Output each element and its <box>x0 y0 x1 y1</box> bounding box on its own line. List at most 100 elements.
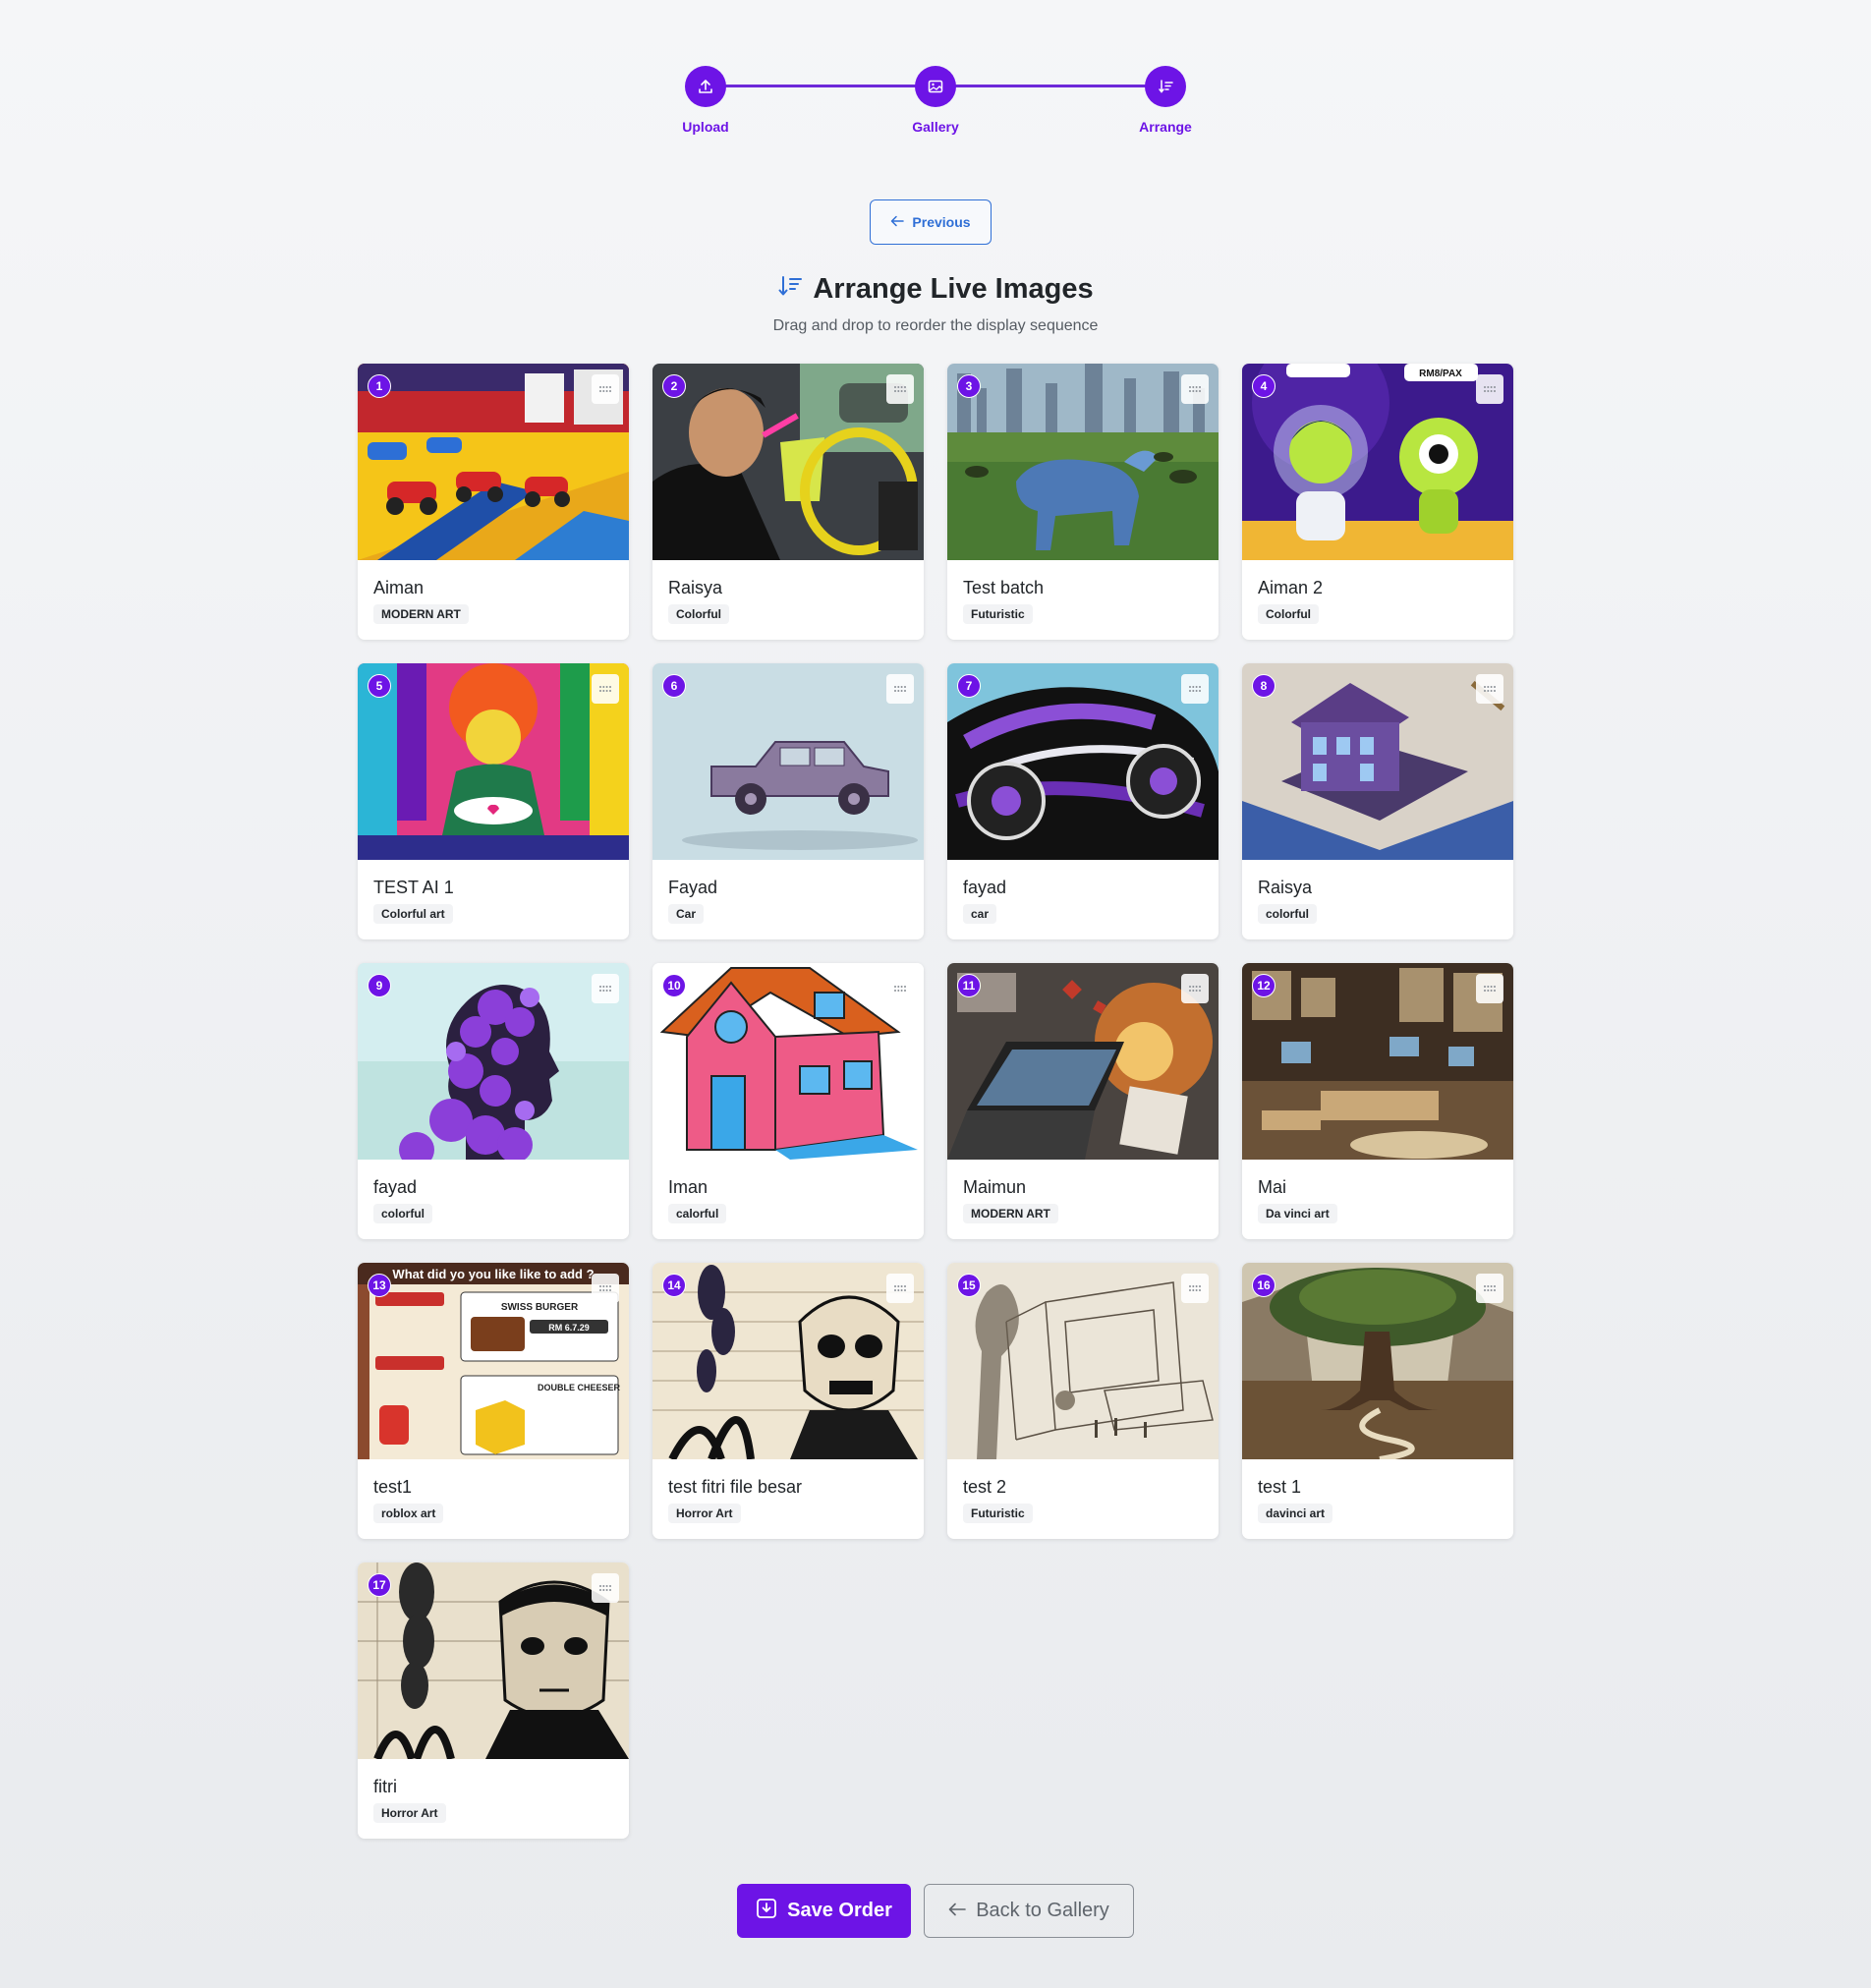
card-title: Maimun <box>963 1177 1027 1197</box>
card-thumbnail: 16 <box>1242 1263 1513 1459</box>
card-title: fayad <box>373 1177 418 1197</box>
image-card[interactable]: What did yo you like like to add ? SWISS… <box>358 1263 629 1539</box>
page-title-text: Arrange Live Images <box>813 273 1094 305</box>
card-thumbnail: 8 <box>1242 663 1513 860</box>
category-badge: Colorful <box>668 604 729 624</box>
image-menu-text: RM 6.7.29 <box>548 1323 590 1333</box>
order-badge: 6 <box>662 674 686 698</box>
image-card[interactable]: 14 test fitri file besar Horror Art <box>652 1263 924 1539</box>
step-label: Gallery <box>912 119 959 135</box>
step-label: Upload <box>682 119 729 135</box>
drag-handle-icon[interactable] <box>592 1274 619 1303</box>
card-title: Aiman 2 <box>1258 578 1324 597</box>
card-title: Fayad <box>668 878 718 897</box>
drag-handle-icon[interactable] <box>886 374 914 404</box>
drag-handle-icon[interactable] <box>1181 974 1209 1003</box>
order-badge: 12 <box>1252 974 1276 997</box>
image-card[interactable]: 10 Iman calorful <box>652 963 924 1239</box>
drag-handle-icon[interactable] <box>1181 1274 1209 1303</box>
drag-handle-icon[interactable] <box>1476 974 1503 1003</box>
category-badge: Futuristic <box>963 1504 1033 1523</box>
category-badge: Colorful art <box>373 904 453 924</box>
drag-handle-icon[interactable] <box>592 1573 619 1603</box>
step-arrange[interactable]: Arrange <box>1087 66 1244 135</box>
order-badge: 13 <box>368 1274 391 1297</box>
drag-handle-icon[interactable] <box>886 1274 914 1303</box>
page-subtitle: Drag and drop to reorder the display seq… <box>772 317 1099 334</box>
arrow-left-icon <box>890 214 905 230</box>
card-thumbnail: 10 <box>652 963 924 1160</box>
image-card[interactable]: 2 Raisya Colorful <box>652 364 924 640</box>
step-upload[interactable]: Upload <box>627 66 784 135</box>
card-title: Raisya <box>668 578 723 597</box>
order-badge: 7 <box>957 674 981 698</box>
card-title: TEST AI 1 <box>373 878 454 897</box>
drag-handle-icon[interactable] <box>1181 674 1209 704</box>
save-order-button[interactable]: Save Order <box>737 1884 911 1938</box>
drag-handle-icon[interactable] <box>1476 674 1503 704</box>
previous-button[interactable]: Previous <box>870 199 992 245</box>
image-card[interactable]: 12 Mai Da vinci art <box>1242 963 1513 1239</box>
order-badge: 8 <box>1252 674 1276 698</box>
category-badge: car <box>963 904 997 924</box>
category-badge: Colorful <box>1258 604 1319 624</box>
order-badge: 5 <box>368 674 391 698</box>
image-card[interactable]: 6 Fayad Car <box>652 663 924 939</box>
category-badge: colorful <box>373 1204 432 1223</box>
order-badge: 2 <box>662 374 686 398</box>
image-card[interactable]: 16 test 1 davinci art <box>1242 1263 1513 1539</box>
card-thumbnail: 5 <box>358 663 629 860</box>
category-badge: Car <box>668 904 705 924</box>
drag-handle-icon[interactable] <box>886 974 914 1003</box>
image-card[interactable]: RM8/PAX 4 Aiman 2 Colorful <box>1242 364 1513 640</box>
category-badge: roblox art <box>373 1504 444 1523</box>
image-card[interactable]: 17 fitri Horror Art <box>358 1562 629 1839</box>
drag-handle-icon[interactable] <box>592 374 619 404</box>
order-badge: 9 <box>368 974 391 997</box>
card-title: Test batch <box>963 578 1045 597</box>
card-thumbnail: RM8/PAX 4 <box>1242 364 1513 560</box>
card-thumbnail: 7 <box>947 663 1219 860</box>
back-to-gallery-button[interactable]: Back to Gallery <box>924 1884 1134 1938</box>
card-title: fayad <box>963 878 1007 897</box>
card-title: test 2 <box>963 1477 1007 1497</box>
card-title: test fitri file besar <box>668 1477 803 1497</box>
category-badge: MODERN ART <box>963 1204 1058 1223</box>
image-card[interactable]: 3 Test batch Futuristic <box>947 364 1219 640</box>
image-banner-text: What did yo you like like to add ? <box>392 1267 594 1281</box>
page-title: Arrange Live Images <box>777 273 1094 306</box>
step-gallery[interactable]: Gallery <box>857 66 1014 135</box>
image-card[interactable]: 11 Maimun MODERN ART <box>947 963 1219 1239</box>
sort-icon <box>1145 66 1186 107</box>
upload-icon <box>685 66 726 107</box>
sort-icon <box>777 273 803 306</box>
drag-handle-icon[interactable] <box>1476 374 1503 404</box>
card-thumbnail: 17 <box>358 1562 629 1759</box>
save-icon <box>756 1898 777 1925</box>
drag-handle-icon[interactable] <box>1181 374 1209 404</box>
category-badge: Da vinci art <box>1258 1204 1337 1223</box>
card-title: test1 <box>373 1477 413 1497</box>
category-badge: Futuristic <box>963 604 1033 624</box>
step-label: Arrange <box>1139 119 1192 135</box>
order-badge: 3 <box>957 374 981 398</box>
card-thumbnail: What did yo you like like to add ? SWISS… <box>358 1263 629 1459</box>
image-card[interactable]: 8 Raisya colorful <box>1242 663 1513 939</box>
drag-handle-icon[interactable] <box>1476 1274 1503 1303</box>
card-thumbnail: 15 <box>947 1263 1219 1459</box>
arrow-left-icon <box>948 1900 966 1922</box>
image-card[interactable]: 9 fayad colorful <box>358 963 629 1239</box>
save-order-label: Save Order <box>787 1900 892 1921</box>
image-card[interactable]: 7 fayad car <box>947 663 1219 939</box>
category-badge: calorful <box>668 1204 727 1223</box>
category-badge: colorful <box>1258 904 1317 924</box>
previous-button-label: Previous <box>912 214 971 230</box>
card-thumbnail: 1 <box>358 364 629 560</box>
drag-handle-icon[interactable] <box>592 674 619 704</box>
drag-handle-icon[interactable] <box>592 974 619 1003</box>
image-card[interactable]: 5 TEST AI 1 Colorful art <box>358 663 629 939</box>
image-card[interactable]: 1 Aiman MODERN ART <box>358 364 629 640</box>
drag-handle-icon[interactable] <box>886 674 914 704</box>
image-card[interactable]: 15 test 2 Futuristic <box>947 1263 1219 1539</box>
card-thumbnail: 11 <box>947 963 1219 1160</box>
